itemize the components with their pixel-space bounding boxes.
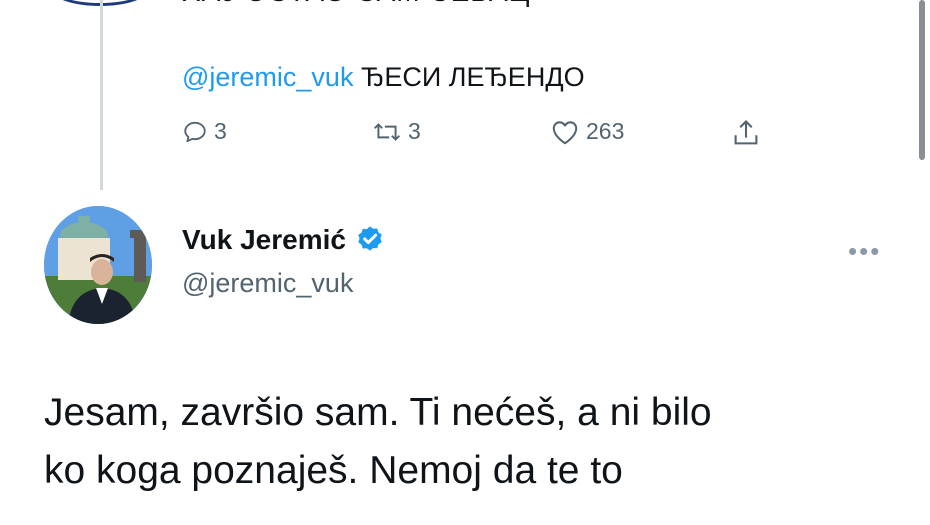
scrollbar-thumb[interactable] [919,0,925,160]
reply-text: ЂЕСИ ЛЕЂЕНДО [360,62,585,92]
author-avatar[interactable] [44,206,152,324]
avatar-photo [44,206,152,324]
like-count: 263 [586,118,625,144]
mention-link[interactable]: @jeremic_vuk [182,62,353,92]
author-name-row[interactable]: Vuk Jeremić [182,224,386,256]
previous-tweet-text: ХАЈ ОСТАО САМ СЕБАЦ [182,0,530,8]
like-icon [552,120,578,144]
verified-badge-icon [358,226,382,251]
author-handle[interactable]: @jeremic_vuk [182,268,353,299]
like-button[interactable]: 263 [550,118,624,145]
retweet-button[interactable]: 3 [372,118,421,145]
tweet-text: Jesam, završio sam. Ti nećeš, a ni bilo … [44,391,712,492]
share-button[interactable] [732,118,760,148]
tweet-actions-bar: 3 3 263 [182,118,782,158]
more-options-icon[interactable]: ••• [848,236,881,267]
thread-connector-line [100,0,103,190]
reply-icon [184,121,206,142]
previous-tweet-reply-line: @jeremic_vuk ЂЕСИ ЛЕЂЕНДО [182,62,585,93]
reply-count: 3 [214,118,227,144]
reply-button[interactable]: 3 [182,118,227,145]
author-name: Vuk Jeremić [182,224,346,255]
retweet-icon [373,122,401,141]
share-icon [734,119,758,145]
retweet-count: 3 [408,118,421,144]
